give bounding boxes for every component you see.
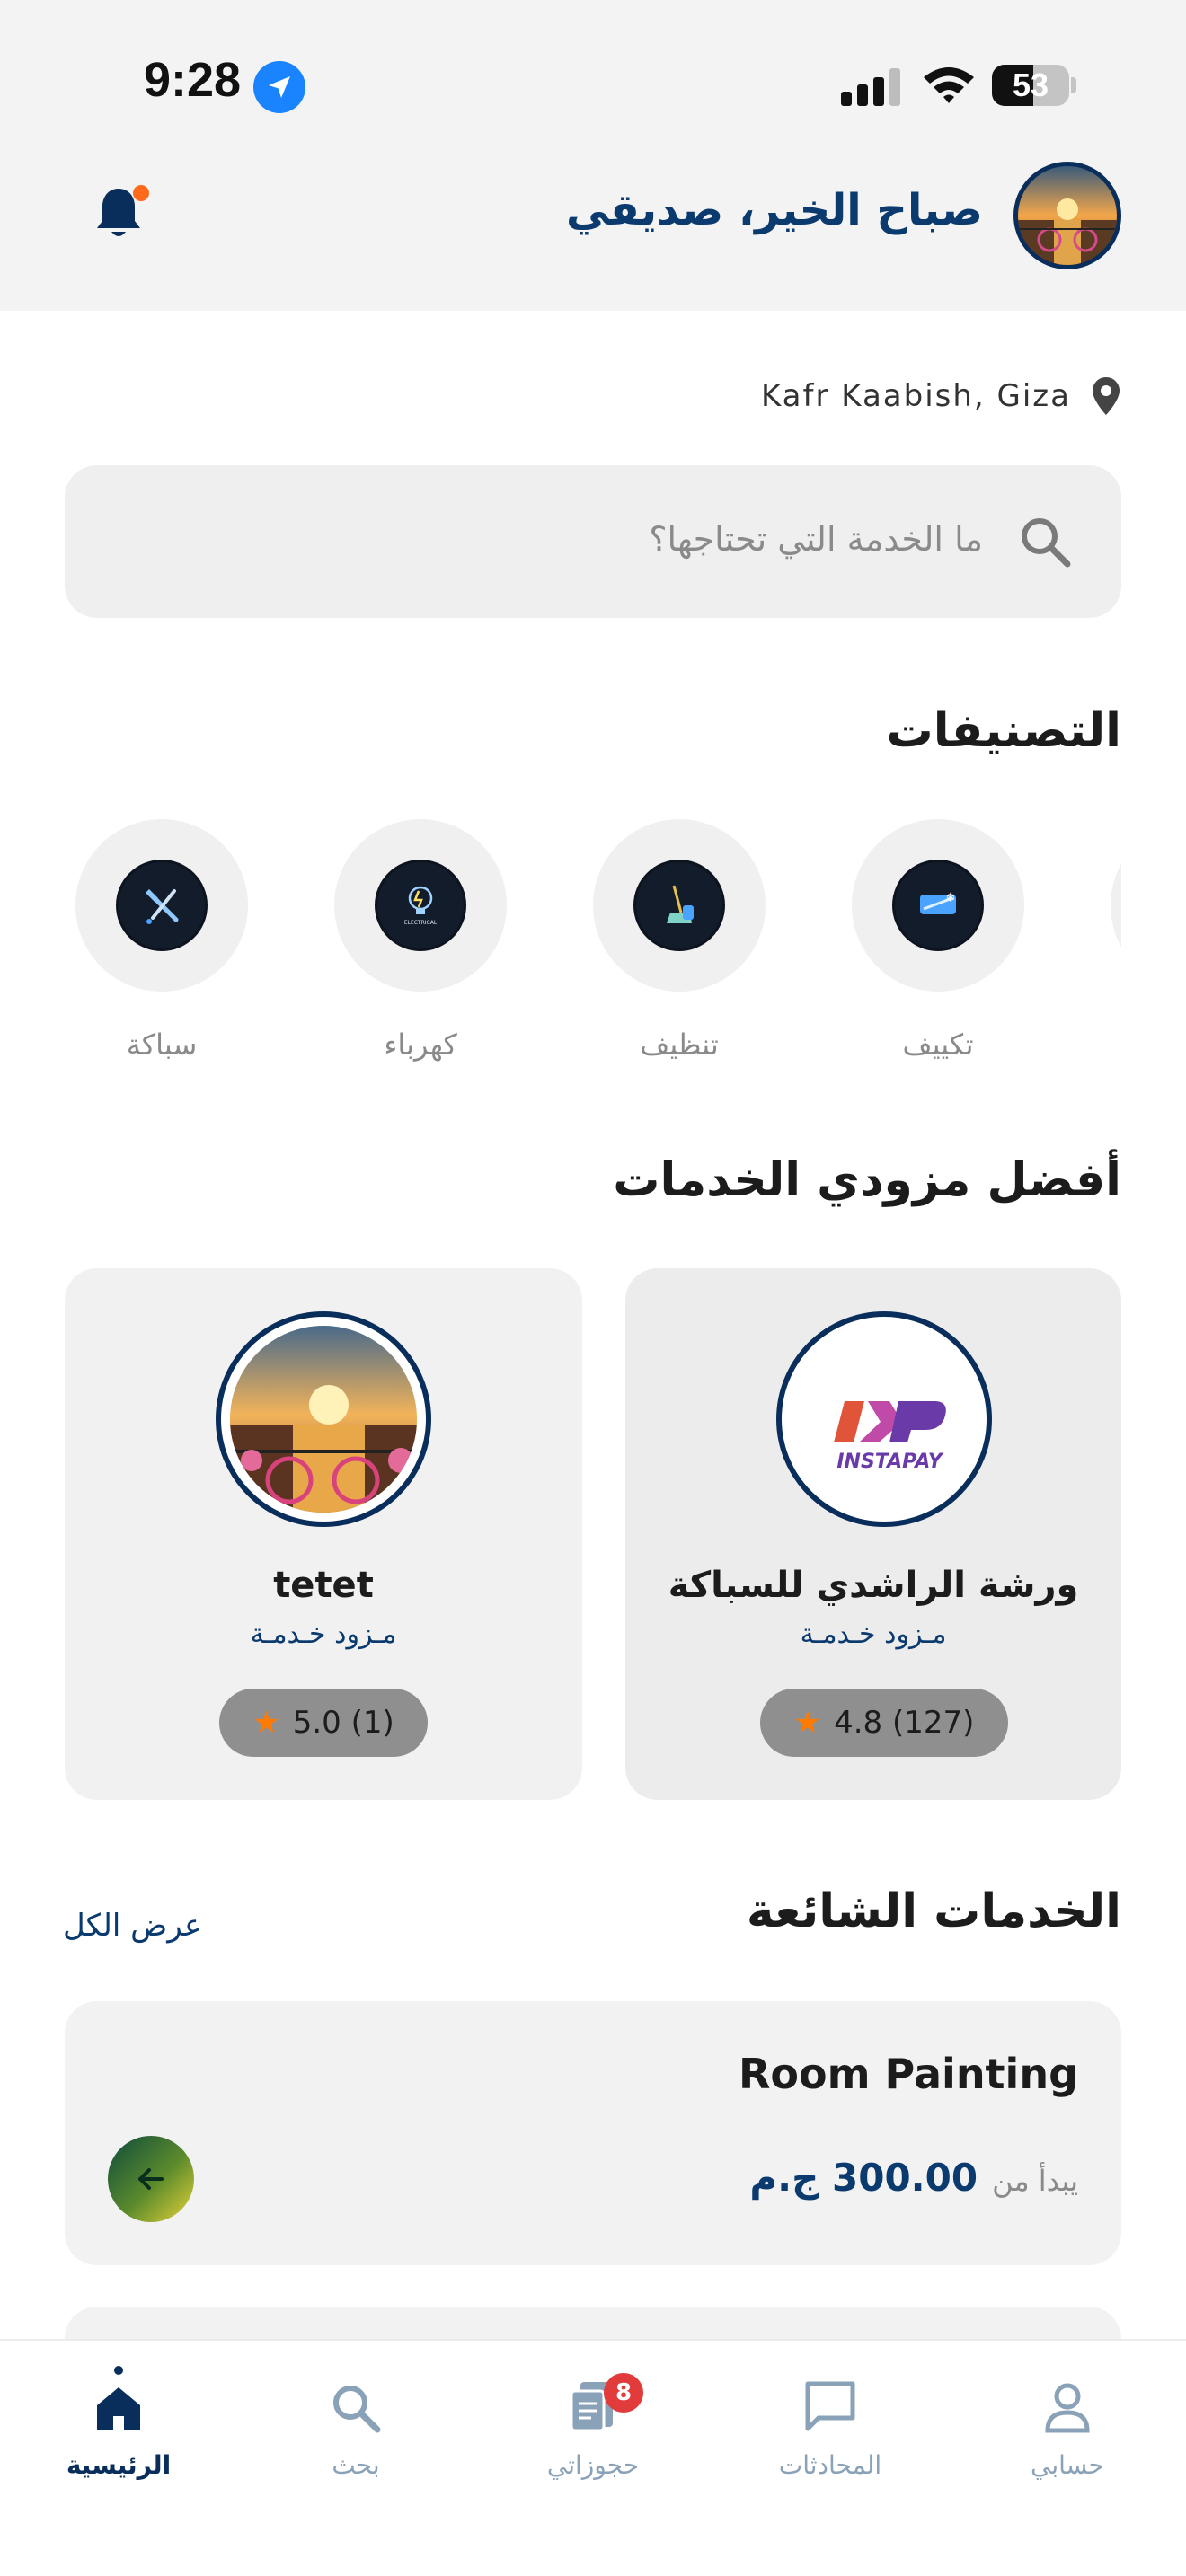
service-price-row: يبدأ من 300.00 ج.م xyxy=(749,2156,1078,2200)
tab-bar: حسابي المحادثات 8 حجوزاتي بحث الرئيسية xyxy=(0,2339,1186,2576)
tab-chats[interactable]: المحادثات xyxy=(740,2366,920,2480)
provider-card[interactable]: INSTAPAY ورشة الراشدي للسباكة مـزود خـدم… xyxy=(625,1268,1121,1800)
tab-label: حسابي xyxy=(1031,2450,1104,2480)
signal-icon xyxy=(841,66,900,106)
greeting-title: صباح الخير، صديقي xyxy=(565,185,983,235)
search-input[interactable]: ما الخدمة التي تحتاجها؟ xyxy=(65,465,1121,618)
tab-label: الرئيسية xyxy=(66,2450,172,2480)
home-icon xyxy=(97,2387,140,2430)
rating-value: 4.8 (127) xyxy=(834,1705,975,1741)
service-price: 300.00 ج.م xyxy=(749,2156,978,2200)
category-label: تكييف xyxy=(902,1028,974,1062)
category-label: تنظيف xyxy=(640,1028,719,1062)
battery-level: 53 xyxy=(1012,66,1049,103)
profile-icon xyxy=(1045,2383,1090,2433)
provider-name: ورشة الراشدي للسباكة xyxy=(668,1565,1079,1606)
tab-profile[interactable]: حسابي xyxy=(978,2366,1157,2480)
electrical-bulb-icon: ELECTRICAL xyxy=(377,862,464,948)
category-item-ac[interactable]: ❄ تكييف xyxy=(852,819,1024,1062)
category-circle xyxy=(593,819,766,992)
battery-tip xyxy=(1071,77,1076,93)
avatar[interactable] xyxy=(1013,162,1121,269)
battery-icon: 53 xyxy=(992,65,1069,106)
provider-card[interactable]: tetet مـزود خـدمـة ★ 5.0 (1) xyxy=(65,1268,582,1800)
tab-label: حجوزاتي xyxy=(546,2450,640,2480)
search-icon xyxy=(333,2386,381,2433)
categories-title: التصنيفات xyxy=(886,704,1121,758)
status-time: 9:28 xyxy=(144,53,242,107)
air-conditioning-icon: ❄ xyxy=(895,862,981,948)
tab-label: بحث xyxy=(332,2450,380,2480)
logo-text: INSTAPAY xyxy=(836,1451,943,1473)
location-arrow-icon xyxy=(253,61,305,113)
map-pin-icon xyxy=(1093,377,1120,415)
location-text: Kafr Kaabish, Giza xyxy=(760,378,1071,414)
instapay-logo: INSTAPAY xyxy=(834,1401,946,1473)
rating-badge: ★ 4.8 (127) xyxy=(760,1689,1008,1757)
provider-avatar xyxy=(216,1311,431,1527)
category-item-partial[interactable] xyxy=(1111,819,1121,992)
location-row[interactable]: Kafr Kaabish, Giza xyxy=(761,377,1120,415)
providers-title: أفضل مزودي الخدمات xyxy=(613,1153,1121,1207)
tab-home[interactable]: الرئيسية xyxy=(29,2366,208,2480)
rating-value: 5.0 (1) xyxy=(292,1705,394,1741)
category-circle xyxy=(75,819,248,992)
provider-role: مـزود خـدمـة xyxy=(250,1619,397,1650)
header-bar: 9:28 53 صباح الخير، صديقي xyxy=(0,0,1186,311)
electrical-icon-text: ELECTRICAL xyxy=(404,920,438,926)
open-service-button[interactable] xyxy=(108,2136,194,2222)
rating-badge: ★ 5.0 (1) xyxy=(219,1689,428,1757)
category-item-cleaning[interactable]: تنظيف xyxy=(593,819,766,1062)
active-indicator xyxy=(114,2366,123,2375)
service-card[interactable]: Room Painting يبدأ من 300.00 ج.م xyxy=(65,2001,1121,2265)
popular-title: الخدمات الشائعة xyxy=(746,1884,1121,1938)
arrow-left-icon xyxy=(138,2168,164,2190)
plumbing-tools-icon xyxy=(119,862,205,948)
star-icon: ★ xyxy=(793,1705,822,1741)
price-from-label: يبدأ من xyxy=(992,2164,1078,2198)
category-circle: ELECTRICAL xyxy=(334,819,507,992)
tab-search[interactable]: بحث xyxy=(266,2366,446,2480)
tab-label: المحادثات xyxy=(778,2450,882,2480)
cleaning-icon xyxy=(636,862,722,948)
category-label: سباكة xyxy=(126,1028,198,1062)
notification-dot xyxy=(133,185,149,201)
provider-role: مـزود خـدمـة xyxy=(800,1619,947,1650)
service-title: Room Painting xyxy=(738,2050,1078,2098)
tab-bookings[interactable]: 8 حجوزاتي xyxy=(503,2366,683,2480)
category-item-electrical[interactable]: ELECTRICAL كهرباء xyxy=(334,819,507,1062)
chat-icon xyxy=(805,2381,855,2431)
provider-name: tetet xyxy=(273,1565,374,1606)
svg-text:❄: ❄ xyxy=(945,891,956,905)
category-circle: ❄ xyxy=(852,819,1024,992)
search-icon xyxy=(1022,518,1071,568)
wifi-icon xyxy=(924,67,974,103)
provider-logo: INSTAPAY xyxy=(776,1311,992,1527)
bookings-badge: 8 xyxy=(604,2373,643,2413)
search-placeholder: ما الخدمة التي تحتاجها؟ xyxy=(649,519,983,559)
see-all-link[interactable]: عرض الكل xyxy=(63,1908,202,1944)
category-item-plumbing[interactable]: سباكة xyxy=(75,819,248,1062)
category-label: كهرباء xyxy=(384,1028,457,1062)
star-icon: ★ xyxy=(252,1705,280,1741)
